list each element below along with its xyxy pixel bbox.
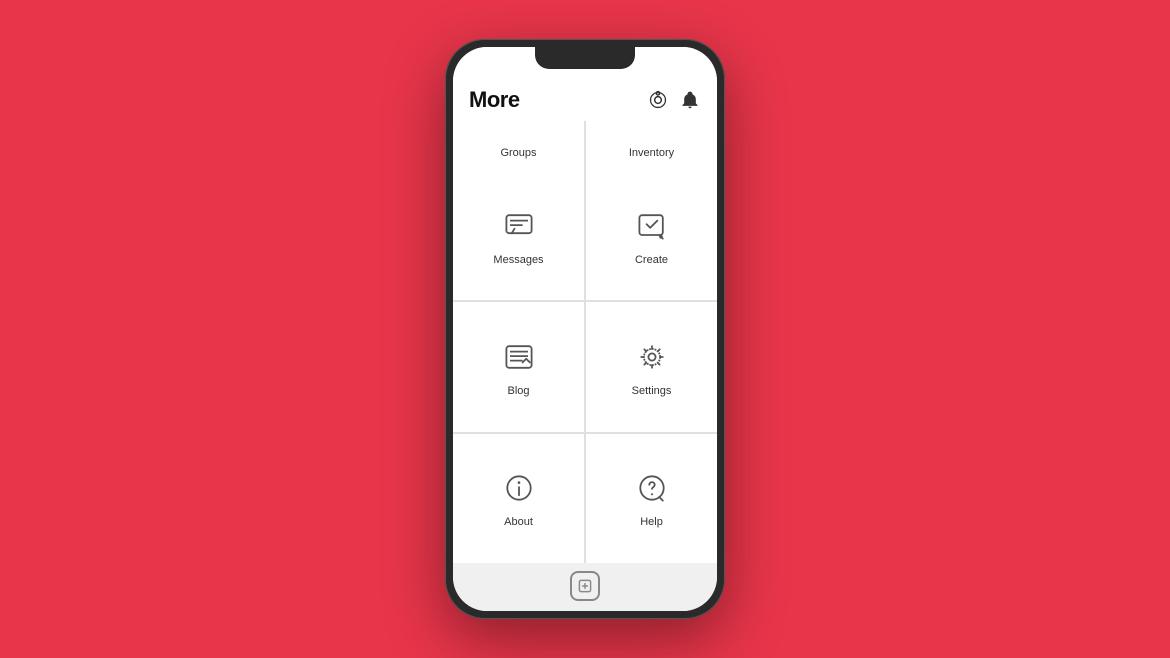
menu-grid: Messages Create <box>453 171 717 563</box>
settings-icon <box>632 337 672 377</box>
phone-frame: More <box>445 39 725 619</box>
help-icon <box>632 468 672 508</box>
about-icon <box>499 468 539 508</box>
notch <box>535 47 635 69</box>
help-label: Help <box>640 516 663 528</box>
menu-item-help[interactable]: Help <box>586 434 717 563</box>
menu-item-create[interactable]: Create <box>586 171 717 300</box>
camera-icon[interactable] <box>647 89 669 111</box>
app-header: More <box>453 83 717 121</box>
home-indicator <box>453 563 717 611</box>
blog-label: Blog <box>507 385 529 397</box>
menu-item-about[interactable]: About <box>453 434 584 563</box>
phone-screen: More <box>453 47 717 611</box>
top-row: Groups Inventory <box>453 121 717 171</box>
home-button-icon[interactable] <box>570 571 600 601</box>
create-icon <box>632 206 672 246</box>
menu-item-messages[interactable]: Messages <box>453 171 584 300</box>
notch-area <box>453 47 717 83</box>
header-icons <box>647 89 701 111</box>
menu-item-groups[interactable]: Groups <box>453 121 584 171</box>
inventory-label: Inventory <box>629 147 674 159</box>
menu-item-settings[interactable]: Settings <box>586 302 717 431</box>
groups-label: Groups <box>500 147 536 159</box>
create-label: Create <box>635 254 668 266</box>
settings-label: Settings <box>632 385 672 397</box>
bell-icon[interactable] <box>679 89 701 111</box>
messages-label: Messages <box>493 254 543 266</box>
page-title: More <box>469 87 520 113</box>
about-label: About <box>504 516 533 528</box>
messages-icon <box>499 206 539 246</box>
blog-icon <box>499 337 539 377</box>
menu-item-blog[interactable]: Blog <box>453 302 584 431</box>
menu-item-inventory[interactable]: Inventory <box>586 121 717 171</box>
